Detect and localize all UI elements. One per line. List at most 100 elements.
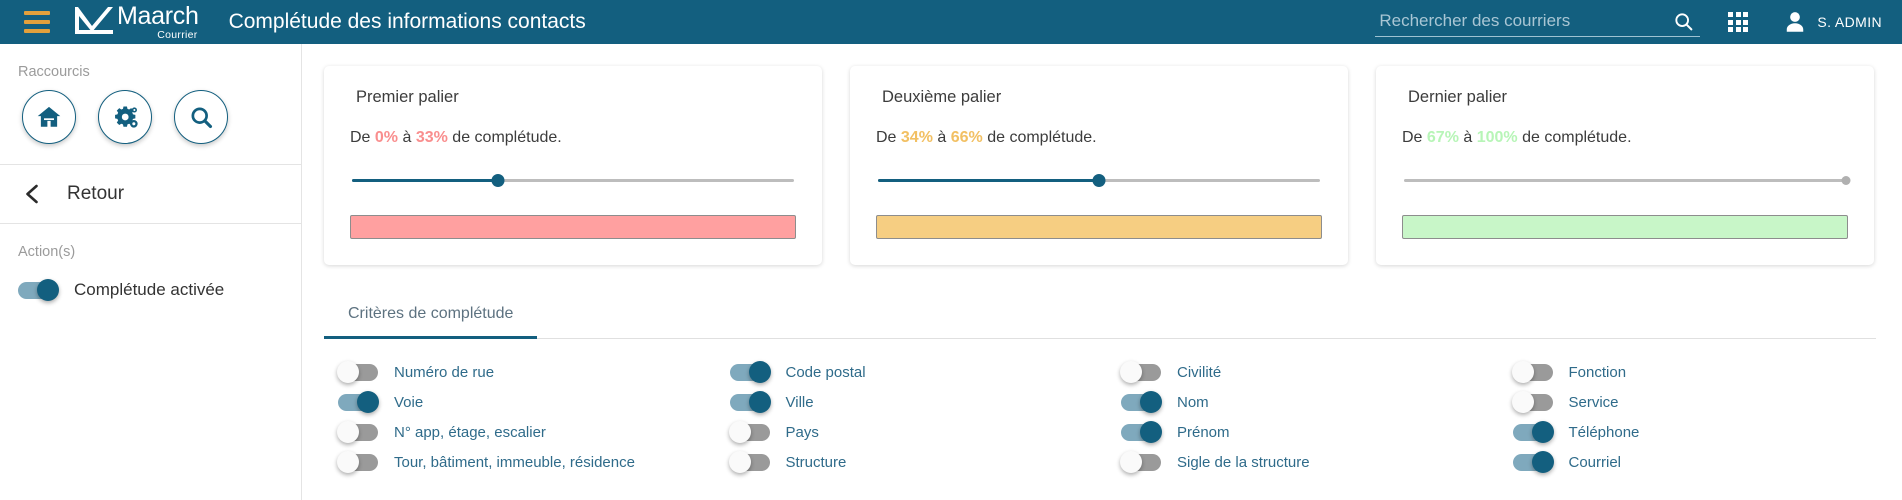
slider-fill <box>352 179 498 182</box>
back-button[interactable]: Retour <box>0 165 301 223</box>
criterion-toggle[interactable] <box>729 361 771 383</box>
toggle-knob <box>357 391 379 413</box>
palier-slider[interactable] <box>878 171 1320 189</box>
user-avatar-icon <box>1787 12 1804 32</box>
range-prefix: De <box>876 129 901 146</box>
toggle-knob <box>1120 451 1142 473</box>
criterion-row[interactable]: Tour, bâtiment, immeuble, résidence <box>316 447 708 477</box>
palier-color-bar <box>350 215 796 239</box>
criterion-toggle[interactable] <box>728 451 770 473</box>
toggle-knob <box>1511 391 1534 413</box>
criterion-row[interactable]: Fonction <box>1491 357 1883 387</box>
toggle-knob <box>337 361 359 383</box>
criterion-row[interactable]: Civilité <box>1099 357 1491 387</box>
toggle-knob <box>728 451 751 473</box>
palier-color-bar <box>876 215 1322 239</box>
palier-color-bar <box>1402 215 1848 239</box>
criterion-toggle[interactable] <box>1120 361 1161 383</box>
range-suffix: de complétude. <box>447 129 562 146</box>
criterion-row[interactable]: Pays <box>708 417 1100 447</box>
slider-thumb[interactable] <box>1092 173 1106 187</box>
criterion-row[interactable]: N° app, étage, escalier <box>316 417 708 447</box>
palier-slider <box>1404 171 1851 189</box>
criterion-row[interactable]: Ville <box>708 387 1100 417</box>
criterion-toggle[interactable] <box>1121 421 1162 443</box>
toggle-knob <box>337 421 359 443</box>
palier-range-text: De 67% à 100% de complétude. <box>1402 129 1848 147</box>
criteria-grid: Numéro de rue Code postal Civilité Fonction… <box>302 339 1902 477</box>
criterion-row[interactable]: Prénom <box>1099 417 1491 447</box>
palier-cards-row: Premier palier De 0% à 33% de complétude.… <box>302 44 1902 265</box>
criterion-toggle[interactable] <box>729 391 771 413</box>
criterion-row[interactable]: Nom <box>1099 387 1491 417</box>
apps-grid-glyph <box>1728 12 1749 32</box>
criterion-toggle[interactable] <box>1511 391 1553 413</box>
criterion-row[interactable]: Sigle de la structure <box>1099 447 1491 477</box>
criterion-toggle[interactable] <box>337 361 378 383</box>
criterion-toggle[interactable] <box>337 451 378 473</box>
toggle-knob <box>1140 391 1162 413</box>
admin-shortcut[interactable] <box>98 90 152 144</box>
criterion-row[interactable]: Courriel <box>1491 447 1883 477</box>
criterion-toggle[interactable] <box>1512 451 1554 473</box>
slider-fill <box>878 179 1099 182</box>
criterion-label: Code postal <box>785 363 866 381</box>
search-glyph <box>1675 13 1693 31</box>
toggle-knob <box>337 451 359 473</box>
criterion-label: Voie <box>394 393 424 411</box>
gears-icon <box>114 105 138 128</box>
palier-slider[interactable] <box>352 171 794 189</box>
completude-toggle[interactable] <box>18 279 59 301</box>
hamburger-bar <box>24 20 50 24</box>
range-to-value: 66% <box>950 129 983 146</box>
criterion-label: Service <box>1568 393 1619 411</box>
user-name: S. ADMIN <box>1817 14 1882 30</box>
brand-logo[interactable]: Maarch Courrier <box>72 3 199 41</box>
criterion-row[interactable]: Voie <box>316 387 708 417</box>
user-menu[interactable]: S. ADMIN <box>1782 9 1882 35</box>
body-wrapper: Raccourcis Retour Action(s) Complétude a… <box>0 44 1902 500</box>
tabs-bar: Critères de complétude <box>324 295 1876 339</box>
search-shortcut[interactable] <box>174 90 228 144</box>
toggle-knob <box>37 279 59 301</box>
main-content: Premier palier De 0% à 33% de complétude.… <box>302 44 1902 500</box>
criterion-row[interactable]: Numéro de rue <box>316 357 708 387</box>
criterion-label: N° app, étage, escalier <box>394 423 546 441</box>
chevron-left-icon <box>26 184 38 204</box>
brand-subtitle: Courrier <box>157 28 198 41</box>
slider-fill <box>1404 179 1846 182</box>
criterion-toggle[interactable] <box>1511 361 1553 383</box>
palier-card-title: Dernier palier <box>1408 88 1508 106</box>
criterion-toggle[interactable] <box>1120 451 1161 473</box>
toggle-knob <box>1511 361 1534 383</box>
criterion-toggle[interactable] <box>338 391 379 413</box>
search-icon[interactable] <box>1667 11 1700 32</box>
criterion-toggle[interactable] <box>1512 421 1554 443</box>
criterion-row[interactable]: Service <box>1491 387 1883 417</box>
criterion-toggle[interactable] <box>728 421 770 443</box>
palier-range-text: De 0% à 33% de complétude. <box>350 129 796 147</box>
palier-card: Dernier palier De 67% à 100% de complétud… <box>1376 66 1874 265</box>
criterion-label: Téléphone <box>1568 423 1640 441</box>
home-shortcut[interactable] <box>22 90 76 144</box>
hamburger-menu-icon[interactable] <box>24 11 50 33</box>
toggle-knob <box>1531 421 1554 443</box>
slider-thumb[interactable] <box>491 173 505 187</box>
range-to-value: 33% <box>415 129 448 146</box>
criterion-row[interactable]: Structure <box>708 447 1100 477</box>
slider-thumb <box>1841 175 1851 185</box>
apps-grid-icon[interactable] <box>1728 12 1749 32</box>
palier-card: Premier palier De 0% à 33% de complétude. <box>324 66 822 265</box>
criterion-toggle[interactable] <box>337 421 378 443</box>
hamburger-bar <box>24 11 50 15</box>
search-box[interactable] <box>1375 7 1701 37</box>
completude-toggle-label: Complétude activée <box>74 280 225 299</box>
tab-criteres-de-completude[interactable]: Critères de complétude <box>324 295 538 339</box>
toggle-knob <box>728 421 751 443</box>
criterion-toggle[interactable] <box>1121 391 1162 413</box>
criterion-row[interactable]: Téléphone <box>1491 417 1883 447</box>
criterion-row[interactable]: Code postal <box>708 357 1100 387</box>
search-input[interactable] <box>1375 10 1668 33</box>
completude-toggle-row[interactable]: Complétude activée <box>0 266 301 301</box>
palier-card-title: Deuxième palier <box>882 88 1002 106</box>
